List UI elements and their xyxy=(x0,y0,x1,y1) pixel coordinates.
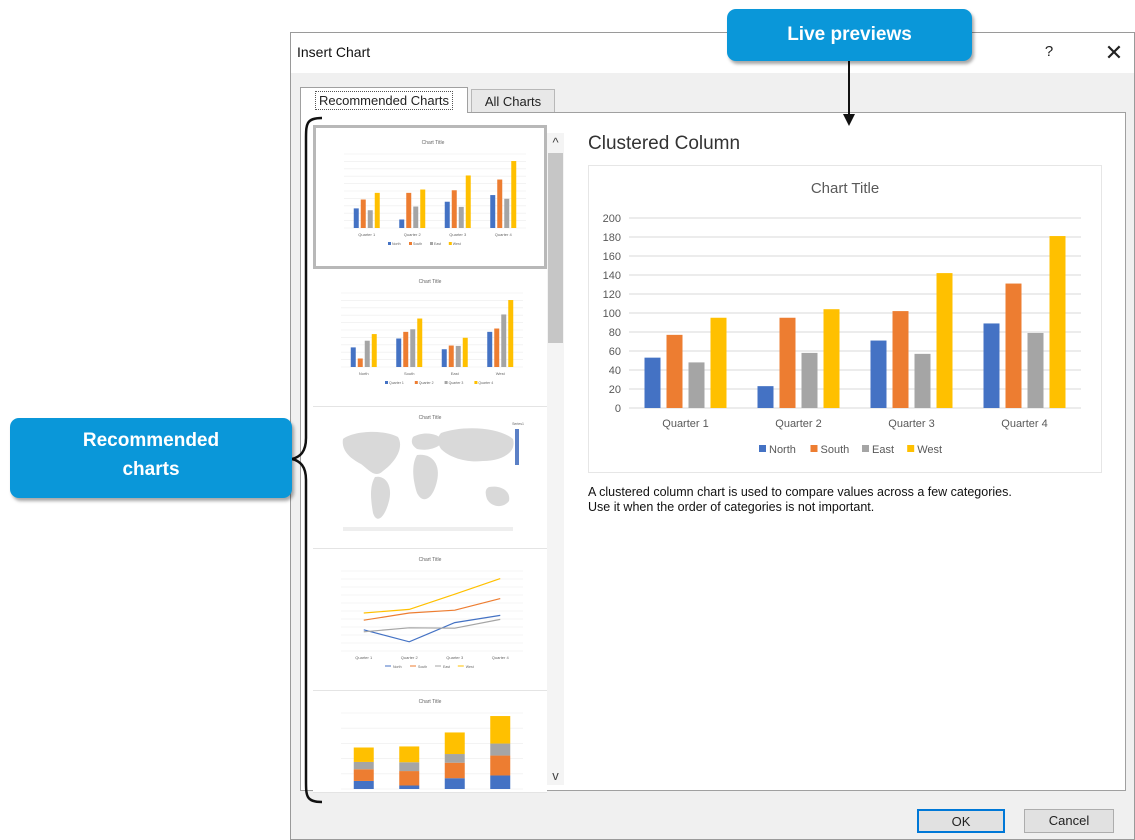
live-previews-callout: Live previews xyxy=(727,9,972,61)
recommended-charts-brace xyxy=(291,116,323,804)
tab-recommended-charts[interactable]: Recommended Charts xyxy=(300,87,468,113)
live-previews-arrowhead xyxy=(843,114,855,126)
recommended-callout-line-2: charts xyxy=(122,459,180,480)
recommended-charts-callout: Recommended charts xyxy=(10,418,292,498)
recommended-callout-line-1: Recommended xyxy=(82,430,220,451)
tab-recommended-charts-label: Recommended Charts xyxy=(314,91,454,110)
